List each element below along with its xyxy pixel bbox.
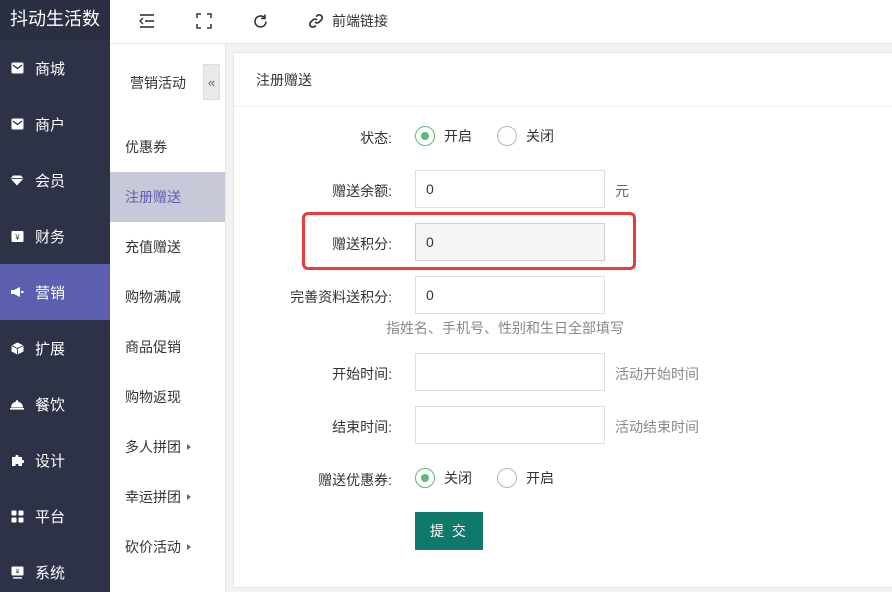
status-on-label: 开启 [444,128,472,144]
submenu-item-1[interactable]: 注册赠送 [110,172,225,222]
nav-item-label: 扩展 [35,340,66,358]
profile-points-hint: 指姓名、手机号、性别和生日全部填写 [386,320,624,336]
caret-right-icon [187,544,191,550]
balance-label: 赠送余额: [332,183,392,199]
nav-item-label: 系统 [35,564,66,582]
coupon-on-radio[interactable]: 开启 [497,468,554,488]
monitor-icon: ¥ [10,565,24,579]
submenu-item-label: 优惠券 [125,139,167,155]
main-sidebar: 抖动生活数 商城商户会员 ¥ 财务营销扩展餐饮设计平台 ¥ 系统 [0,0,110,592]
nav-item-0[interactable]: 商城 [0,40,110,96]
coupon-off-radio[interactable]: 关闭 [415,468,472,488]
start-time-input[interactable] [415,353,605,391]
submenu-item-label: 注册赠送 [125,189,181,205]
brand-title: 抖动生活数 [0,0,110,40]
refresh-button[interactable] [252,9,269,33]
coupon-off-label: 关闭 [444,470,472,486]
cube-icon [10,341,24,355]
coupon-on-label: 开启 [526,470,554,486]
link-icon [308,13,324,29]
nav-item-label: 设计 [35,452,66,470]
balance-unit: 元 [615,183,629,199]
submenu-item-label: 充值赠送 [125,239,181,255]
indent-icon [139,14,154,28]
nav-item-5[interactable]: 扩展 [0,320,110,376]
end-time-hint: 活动结束时间 [615,419,699,435]
marketing-submenu: 营销活动 « 优惠券 注册赠送 充值赠送 购物满减 商品促销 购物返现 多人拼团 幸运拼团 砍价… [110,44,226,592]
nav-item-3[interactable]: ¥ 财务 [0,208,110,264]
status-label: 状态: [360,130,392,146]
card-title: 注册赠送 [234,53,892,107]
toggle-sidebar-button[interactable] [138,9,156,33]
status-off-label: 关闭 [526,128,554,144]
main-nav-list: 商城商户会员 ¥ 财务营销扩展餐饮设计平台 ¥ 系统 [0,40,110,592]
balance-input[interactable]: 0 [415,170,605,208]
megaphone-icon [10,285,24,299]
money-box-icon: ¥ [10,229,24,243]
profile-points-input[interactable]: 0 [415,276,605,314]
profile-points-label: 完善资料送积分: [290,289,392,305]
submenu-item-label: 商品促销 [125,339,181,355]
nav-item-label: 餐饮 [35,396,66,414]
submit-button[interactable]: 提 交 [415,512,483,550]
submenu-item-label: 多人拼团 [125,439,181,455]
nav-item-8[interactable]: 平台 [0,488,110,544]
fullscreen-icon [196,13,212,29]
envelope-icon [10,61,24,75]
nav-item-label: 商户 [35,116,66,134]
submenu-item-4[interactable]: 商品促销 [110,322,225,372]
nav-item-6[interactable]: 餐饮 [0,376,110,432]
food-cover-icon [10,397,24,411]
coupon-label: 赠送优惠券: [318,472,392,488]
nav-item-label: 平台 [35,508,66,526]
submenu-item-0[interactable]: 优惠券 [110,122,225,172]
radio-checked-icon [415,468,435,488]
submenu-item-2[interactable]: 充值赠送 [110,222,225,272]
nav-item-7[interactable]: 设计 [0,432,110,488]
caret-right-icon [187,444,191,450]
start-time-label: 开始时间: [332,366,392,382]
submenu-item-7[interactable]: 幸运拼团 [110,472,225,522]
submenu-item-label: 购物返现 [125,389,181,405]
refresh-icon [254,14,267,28]
submenu-item-label: 购物满减 [125,289,181,305]
diamond-icon [10,173,24,187]
radio-unchecked-icon [497,468,517,488]
nav-item-label: 商城 [35,60,66,78]
svg-text:¥: ¥ [14,232,20,241]
nav-item-label: 财务 [35,228,66,246]
nav-item-1[interactable]: 商户 [0,96,110,152]
fullscreen-button[interactable] [196,9,212,33]
nav-item-4[interactable]: 营销 [0,264,110,320]
nav-item-9[interactable]: ¥ 系统 [0,544,110,592]
end-time-label: 结束时间: [332,419,392,435]
caret-right-icon [187,494,191,500]
submenu-item-8[interactable]: 砍价活动 [110,522,225,572]
submenu-item-3[interactable]: 购物满减 [110,272,225,322]
double-chevron-left-icon: « [207,74,216,90]
nav-item-2[interactable]: 会员 [0,152,110,208]
frontend-link-label: 前端链接 [332,13,388,29]
grid-icon [10,509,24,523]
top-header: 前端链接 [110,0,892,44]
highlight-annotation-box [302,212,636,270]
submenu-item-label: 幸运拼团 [125,489,181,505]
radio-unchecked-icon [497,126,517,146]
submenu-list: 优惠券注册赠送充值赠送购物满减商品促销购物返现多人拼团幸运拼团砍价活动 [110,122,225,572]
envelope-icon [10,117,24,131]
nav-item-label: 营销 [35,284,66,302]
submenu-item-5[interactable]: 购物返现 [110,372,225,422]
submenu-item-label: 砍价活动 [125,539,181,555]
end-time-input[interactable] [415,406,605,444]
status-on-radio[interactable]: 开启 [415,126,472,146]
start-time-hint: 活动开始时间 [615,366,699,382]
status-off-radio[interactable]: 关闭 [497,126,554,146]
collapse-submenu-button[interactable]: « [203,64,220,100]
submenu-item-6[interactable]: 多人拼团 [110,422,225,472]
puzzle-icon [10,453,24,467]
frontend-link-button[interactable]: 前端链接 [308,9,388,33]
nav-item-label: 会员 [35,172,66,190]
radio-checked-icon [415,126,435,146]
svg-text:¥: ¥ [15,568,19,575]
